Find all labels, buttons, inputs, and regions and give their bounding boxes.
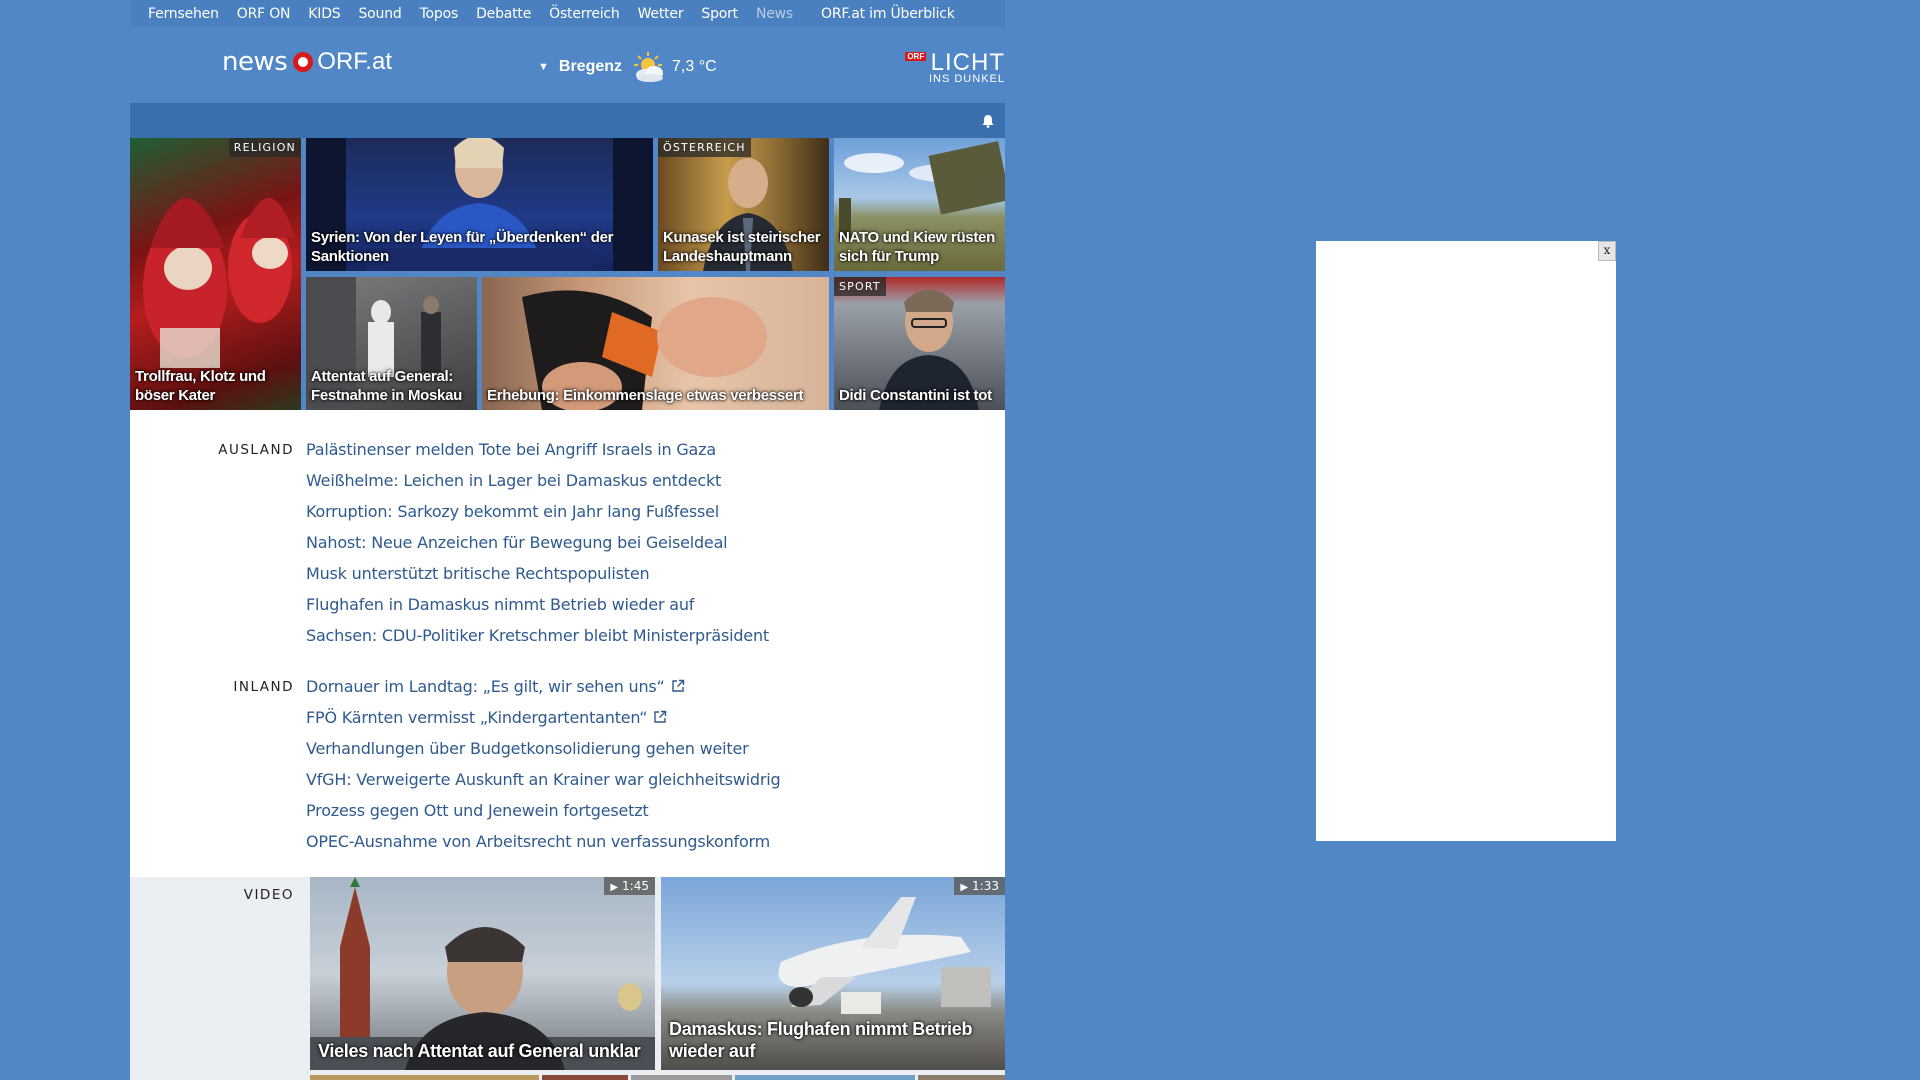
story-link[interactable]: Musk unterstützt britische Rechtspopulis… <box>306 558 769 589</box>
video-tile[interactable]: ▶ 1:45 Vieles nach Attentat auf General u… <box>310 877 655 1070</box>
video-duration-badge: ▶ 1:45 <box>604 877 655 895</box>
section-label-ausland: AUSLAND <box>218 442 294 458</box>
video-section: VIDEO ▶ 1:45 Vieles nach Attentat auf Gen… <box>130 877 1005 1080</box>
teaser-caption: NATO und Kiew rüsten sich für Trump <box>839 229 995 265</box>
bell-icon[interactable] <box>981 113 995 132</box>
video-duration: 1:33 <box>972 879 999 893</box>
orf-eye-icon <box>293 52 314 72</box>
story-list-inland: Dornauer im Landtag: „Es gilt, wir sehen… <box>306 671 781 857</box>
advertisement-box: x <box>1316 241 1616 841</box>
teaser-kicker: SPORT <box>834 277 886 296</box>
logo-news-text: news <box>222 47 288 77</box>
teaser-tile[interactable]: RELIGION Trollfrau, Klotz und böser Kate… <box>130 138 301 410</box>
weather-location: Bregenz <box>558 58 623 75</box>
section-label-video: VIDEO <box>243 887 294 903</box>
story-link[interactable]: VfGH: Verweigerte Auskunft an Krainer wa… <box>306 764 781 795</box>
teaser-caption: Erhebung: Einkommenslage etwas verbesser… <box>487 387 804 404</box>
video-duration: 1:45 <box>622 879 649 893</box>
weather-temperature: 7,3 °C <box>672 58 717 75</box>
story-link[interactable]: Palästinenser melden Tote bei Angriff Is… <box>306 434 769 465</box>
teaser-grid: RELIGION Trollfrau, Klotz und böser Kate… <box>130 138 1005 410</box>
video-duration-badge: ▶ 1:33 <box>954 877 1005 895</box>
story-link-text: Dornauer im Landtag: „Es gilt, wir sehen… <box>306 677 665 696</box>
teaser-caption: Kunasek ist steirischer Landeshauptmann <box>663 229 821 265</box>
external-link-icon <box>671 672 685 703</box>
nav-item-oesterreich[interactable]: Österreich <box>549 6 620 22</box>
play-icon: ▶ <box>610 882 619 893</box>
nav-item-debatte[interactable]: Debatte <box>476 6 531 22</box>
video-tile-next[interactable] <box>631 1075 732 1080</box>
teaser-caption: Syrien: Von der Leyen für „Überdenken“ d… <box>311 229 614 265</box>
story-link[interactable]: Verhandlungen über Budgetkonsolidierung … <box>306 733 780 764</box>
video-tile-next[interactable] <box>310 1075 539 1080</box>
ad-close-button[interactable]: x <box>1598 241 1616 261</box>
story-link[interactable]: OPEC-Ausnahme von Arbeitsrecht nun verfa… <box>306 826 780 857</box>
teaser-tile[interactable]: Syrien: Von der Leyen für „Überdenken“ d… <box>306 138 653 271</box>
nav-item-sport[interactable]: Sport <box>701 6 738 22</box>
video-tile[interactable]: ▶ 1:33 Damaskus: Flughafen nimmt Betrieb … <box>661 877 1005 1070</box>
nav-item-fernsehen[interactable]: Fernsehen <box>148 6 219 22</box>
video-tile-next[interactable] <box>918 1075 1005 1080</box>
licht-subtitle: INS DUNKEL <box>928 73 1005 85</box>
story-link-external[interactable]: Dornauer im Landtag: „Es gilt, wir sehen… <box>306 671 780 702</box>
story-link[interactable]: Flughafen in Damaskus nimmt Betrieb wied… <box>306 589 769 620</box>
story-link-text: FPÖ Kärnten vermisst „Kindergartentanten… <box>306 708 648 727</box>
nav-overview-link[interactable]: ORF.at im Überblick <box>821 6 955 22</box>
play-icon: ▶ <box>960 882 969 893</box>
story-list-ausland: Palästinenser melden Tote bei Angriff Is… <box>306 434 769 651</box>
news-orf-logo[interactable]: news ORF.at <box>222 47 392 77</box>
teaser-tile[interactable]: NATO und Kiew rüsten sich für Trump <box>834 138 1005 271</box>
teaser-caption: Trollfrau, Klotz und böser Kater <box>135 368 266 404</box>
video-tile-next[interactable] <box>735 1075 915 1080</box>
weather-widget[interactable]: ▼ Bregenz 7,3 °C <box>538 51 717 83</box>
story-link[interactable]: Nahost: Neue Anzeichen für Bewegung bei … <box>306 527 769 558</box>
story-link[interactable]: Weißhelme: Leichen in Lager bei Damaskus… <box>306 465 769 496</box>
story-link-external[interactable]: FPÖ Kärnten vermisst „Kindergartentanten… <box>306 702 780 733</box>
news-list-section: AUSLAND Palästinenser melden Tote bei An… <box>130 410 1005 877</box>
teaser-kicker: RELIGION <box>228 138 301 157</box>
teaser-tile[interactable]: Erhebung: Einkommenslage etwas verbesser… <box>482 277 829 410</box>
nav-item-wetter[interactable]: Wetter <box>638 6 684 22</box>
nav-item-sound[interactable]: Sound <box>358 6 401 22</box>
teaser-kicker: ÖSTERREICH <box>658 138 751 157</box>
notification-bar <box>130 103 1005 138</box>
video-caption: Vieles nach Attentat auf General unklar <box>318 1041 641 1061</box>
video-tile-next[interactable] <box>542 1075 628 1080</box>
partly-cloudy-icon <box>630 51 666 83</box>
teaser-caption: Attentat auf General: Festnahme in Moska… <box>311 368 463 404</box>
top-navigation: Fernsehen ORF ON KIDS Sound Topos Debatt… <box>130 0 1005 27</box>
story-link[interactable]: Korruption: Sarkozy bekommt ein Jahr lan… <box>306 496 769 527</box>
teaser-tile[interactable]: SPORT Didi Constantini ist tot <box>834 277 1005 410</box>
section-label-inland: INLAND <box>233 679 294 695</box>
story-link[interactable]: Sachsen: CDU-Politiker Kretschmer bleibt… <box>306 620 769 651</box>
teaser-caption: Didi Constantini ist tot <box>839 387 992 404</box>
logo-orf-text: ORF.at <box>317 48 392 75</box>
nav-item-topos[interactable]: Topos <box>420 6 459 22</box>
site-header: news ORF.at ▼ Bregenz 7,3 °C ORF LICHT I… <box>130 27 1005 103</box>
licht-title: LICHT <box>930 49 1005 76</box>
external-link-icon <box>653 703 667 734</box>
licht-orf-badge: ORF <box>905 52 927 61</box>
teaser-tile[interactable]: Attentat auf General: Festnahme in Moska… <box>306 277 477 410</box>
teaser-tile[interactable]: ÖSTERREICH Kunasek ist steirischer Lande… <box>658 138 829 271</box>
nav-item-kids[interactable]: KIDS <box>308 6 340 22</box>
video-caption: Damaskus: Flughafen nimmt Betrieb wieder… <box>669 1019 973 1061</box>
licht-ins-dunkel-logo[interactable]: ORF LICHT INS DUNKEL <box>905 49 1005 85</box>
story-link[interactable]: Prozess gegen Ott und Jenewein fortgeset… <box>306 795 780 826</box>
nav-item-news[interactable]: News <box>756 6 793 22</box>
nav-item-orf-on[interactable]: ORF ON <box>237 6 291 22</box>
caret-down-icon[interactable]: ▼ <box>538 61 549 73</box>
